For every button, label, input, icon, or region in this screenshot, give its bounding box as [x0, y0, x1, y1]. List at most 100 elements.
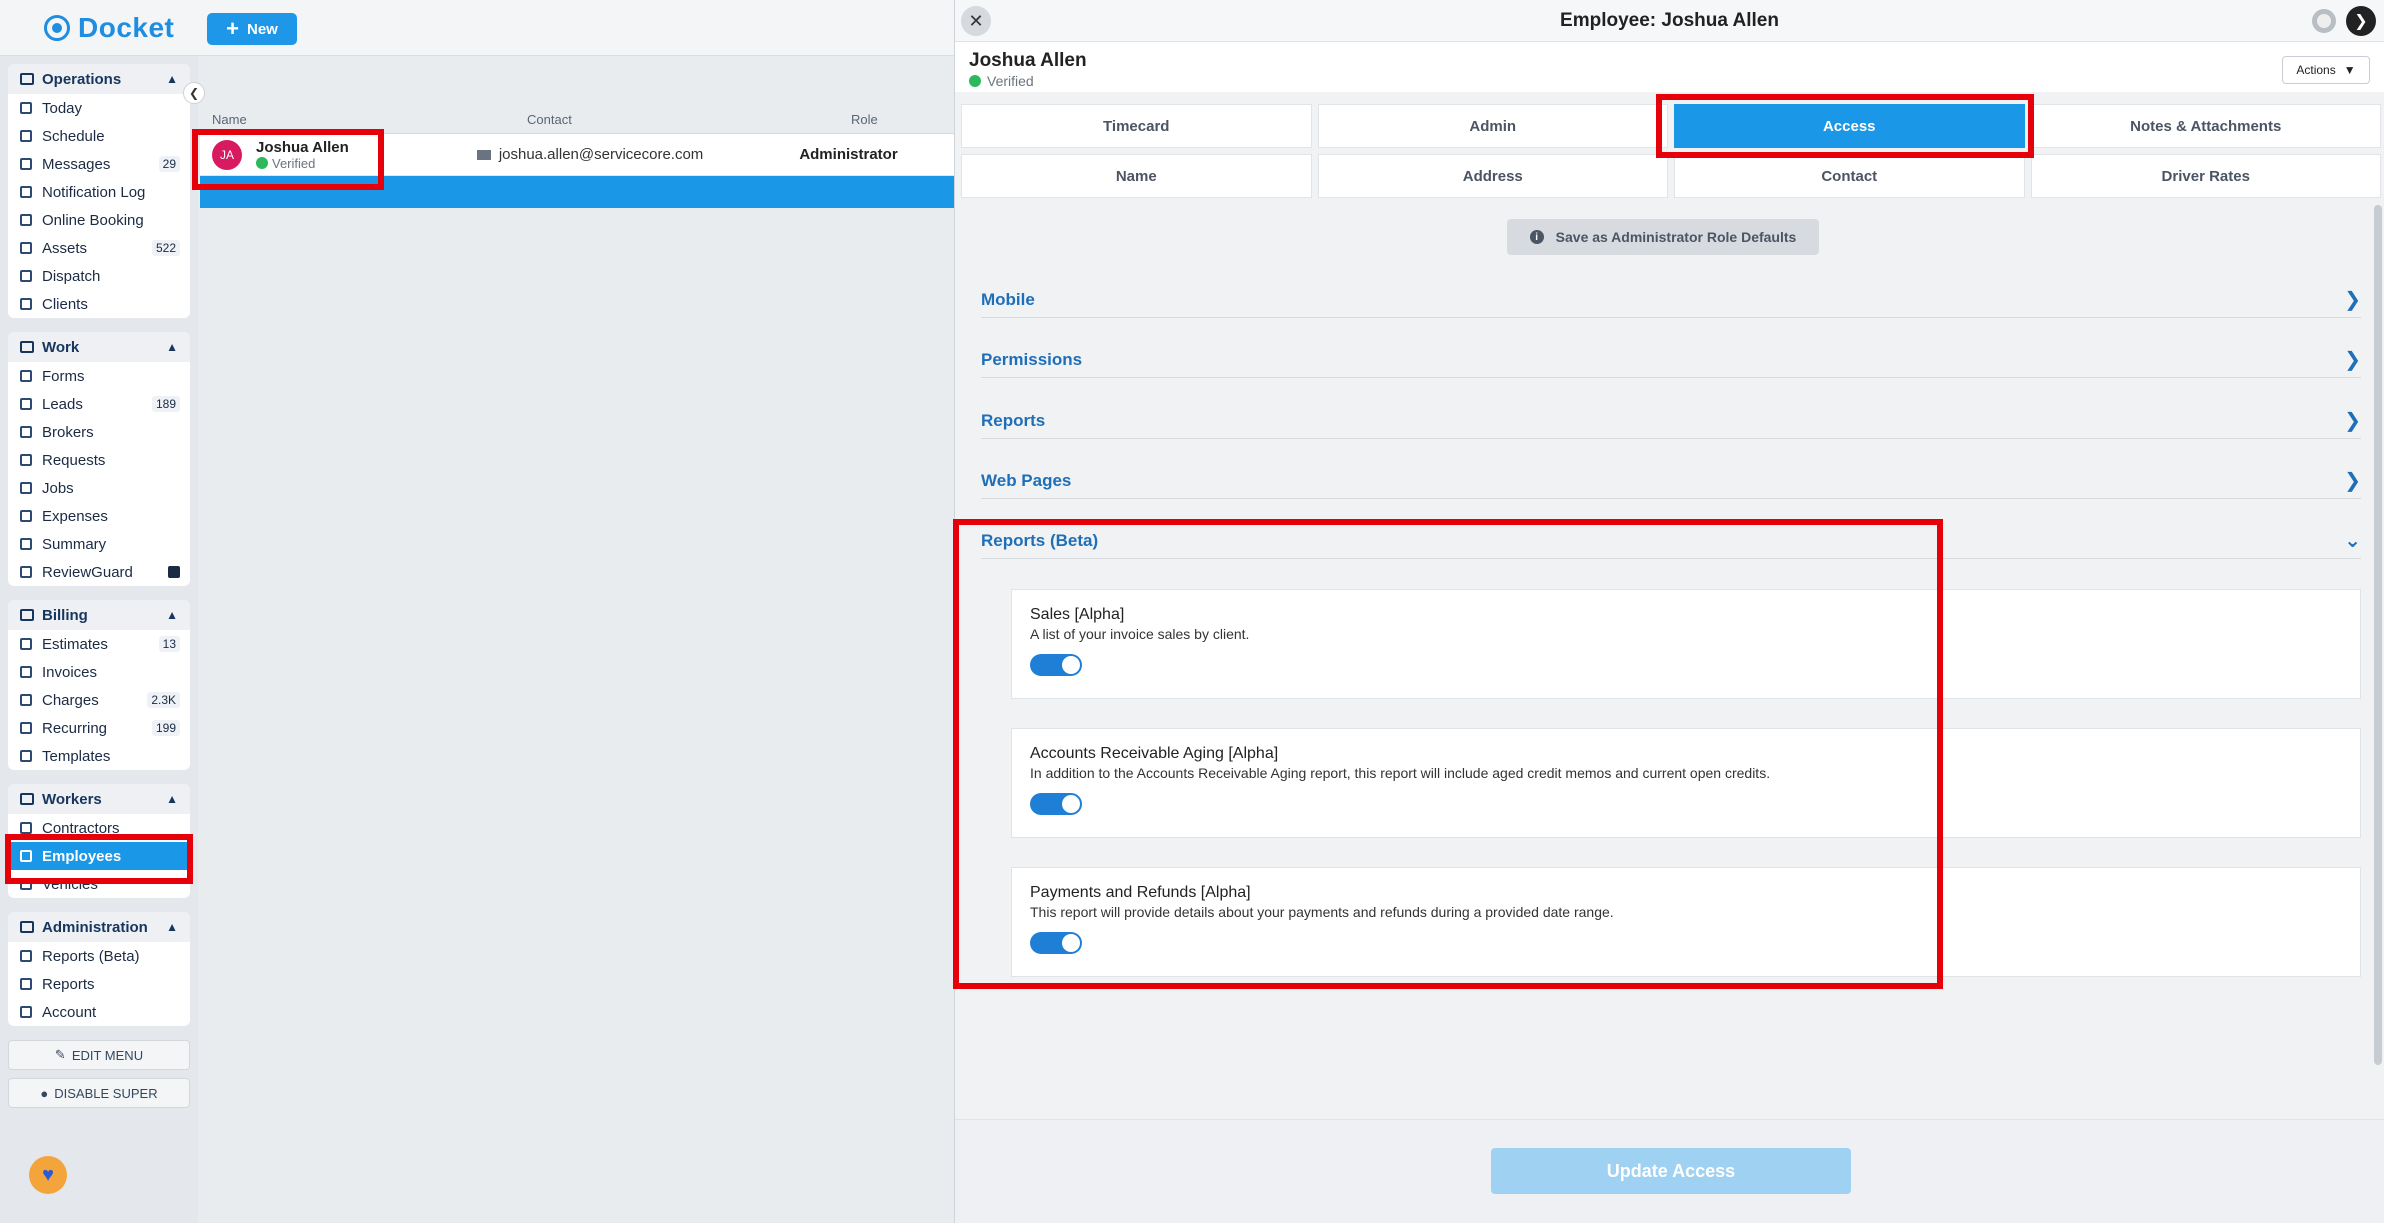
- info-icon: i: [1529, 230, 1544, 244]
- nav-group-header[interactable]: Administration ▲: [8, 912, 190, 942]
- sidebar-item-label: Templates: [42, 747, 111, 765]
- tab-timecard[interactable]: Timecard: [961, 104, 1312, 148]
- edit-menu-label: EDIT MENU: [71, 1047, 144, 1063]
- column-header-role[interactable]: Role: [851, 112, 960, 127]
- panel-scrollbar[interactable]: [2374, 205, 2382, 1065]
- sidebar-item-label: Reports (Beta): [42, 947, 140, 965]
- panel-title: Employee: Joshua Allen: [1560, 10, 1779, 31]
- report-toggle[interactable]: [1030, 793, 1082, 815]
- next-employee-button[interactable]: ❯: [2346, 6, 2376, 36]
- sidebar-item-invoices[interactable]: Invoices: [8, 658, 190, 686]
- chevron-up-icon: ▲: [166, 72, 178, 86]
- send-icon: [20, 454, 32, 466]
- sidebar-item-clients[interactable]: Clients: [8, 290, 190, 318]
- section-label: Reports (Beta): [981, 530, 1099, 550]
- calendar-icon: [20, 186, 32, 198]
- sidebar-item-account[interactable]: Account: [8, 998, 190, 1026]
- section-reports-beta[interactable]: Reports (Beta) ⌄: [981, 523, 2361, 559]
- sidebar-item-messages[interactable]: Messages 29: [8, 150, 190, 178]
- sidebar-item-requests[interactable]: Requests: [8, 446, 190, 474]
- new-button-label: New: [247, 20, 278, 38]
- sidebar-item-recurring[interactable]: Recurring 199: [8, 714, 190, 742]
- sidebar-item-online-booking[interactable]: Online Booking: [8, 206, 190, 234]
- heart-icon[interactable]: ♥: [29, 1156, 67, 1194]
- sidebar-item-today[interactable]: Today: [8, 94, 190, 122]
- sidebar-item-templates[interactable]: Templates: [8, 742, 190, 770]
- tab-driver-rates[interactable]: Driver Rates: [2030, 154, 2381, 198]
- section-web-pages[interactable]: Web Pages ❯: [981, 463, 2361, 499]
- sidebar-item-leads[interactable]: Leads 189: [8, 390, 190, 418]
- sidebar-item-contractors[interactable]: Contractors: [8, 814, 190, 842]
- nav-group-header[interactable]: Billing ▲: [8, 600, 190, 630]
- sidebar-item-assets[interactable]: Assets 522: [8, 234, 190, 262]
- sidebar: Operations ▲ Today Schedule Messages 29 N…: [0, 56, 198, 1223]
- sidebar-item-reports-beta[interactable]: Reports (Beta): [8, 942, 190, 970]
- sidebar-item-expenses[interactable]: Expenses: [8, 502, 190, 530]
- table-row[interactable]: JA Joshua Allen Verified joshua.allen@se…: [200, 134, 960, 176]
- sidebar-item-reviewguard[interactable]: ReviewGuard: [8, 558, 190, 586]
- sidebar-item-vehicles[interactable]: Vehicles: [8, 870, 190, 898]
- edit-menu-button[interactable]: ✎ EDIT MENU: [8, 1040, 190, 1070]
- column-header-contact[interactable]: Contact: [527, 112, 851, 127]
- sidebar-item-jobs[interactable]: Jobs: [8, 474, 190, 502]
- section-mobile[interactable]: Mobile ❯: [981, 282, 2361, 318]
- section-reports[interactable]: Reports ❯: [981, 403, 2361, 439]
- table-icon: [20, 638, 32, 650]
- save-role-defaults-label: Save as Administrator Role Defaults: [1555, 229, 1797, 245]
- sidebar-item-reports[interactable]: Reports: [8, 970, 190, 998]
- save-role-defaults-button[interactable]: i Save as Administrator Role Defaults: [1507, 219, 1819, 255]
- count-badge: 189: [151, 396, 180, 412]
- report-card-ar-aging: Accounts Receivable Aging [Alpha] In add…: [1011, 728, 2361, 838]
- layers-icon: [20, 242, 32, 254]
- section-label: Mobile: [981, 289, 1035, 309]
- tab-access[interactable]: Access: [1674, 104, 2025, 148]
- new-button[interactable]: + New: [207, 13, 297, 45]
- nav-group-header[interactable]: Workers ▲: [8, 784, 190, 814]
- gear-icon[interactable]: [2312, 9, 2336, 33]
- sidebar-item-label: Online Booking: [42, 211, 144, 229]
- sidebar-item-dispatch[interactable]: Dispatch: [8, 262, 190, 290]
- disable-super-button[interactable]: ● DISABLE SUPER: [8, 1078, 190, 1108]
- count-badge: 29: [158, 156, 180, 172]
- collapse-sidebar-button[interactable]: ❮: [183, 82, 205, 104]
- tab-notes-attachments[interactable]: Notes & Attachments: [2030, 104, 2381, 148]
- sidebar-item-charges[interactable]: Charges 2.3K: [8, 686, 190, 714]
- tab-address[interactable]: Address: [1317, 154, 1668, 198]
- sidebar-item-summary[interactable]: Summary: [8, 530, 190, 558]
- chevron-right-icon: ❯: [2344, 470, 2361, 492]
- sidebar-item-schedule[interactable]: Schedule: [8, 122, 190, 150]
- sidebar-item-label: Notification Log: [42, 183, 146, 201]
- user-shield-icon: ●: [40, 1085, 49, 1101]
- report-toggle[interactable]: [1030, 932, 1082, 954]
- nav-group-header[interactable]: Operations ▲: [8, 64, 190, 94]
- column-header-name[interactable]: Name: [200, 112, 527, 127]
- sidebar-item-forms[interactable]: Forms: [8, 362, 190, 390]
- sidebar-item-label: Charges: [42, 691, 99, 709]
- chevron-up-icon: ▲: [166, 792, 178, 806]
- employee-panel: ✕ Employee: Joshua Allen ❯ Joshua Allen …: [954, 0, 2384, 1223]
- docket-logo[interactable]: Docket: [44, 12, 174, 44]
- template-icon: [20, 750, 32, 762]
- update-access-button[interactable]: Update Access: [1491, 1148, 1851, 1194]
- employee-email[interactable]: joshua.allen@servicecore.com: [499, 146, 704, 163]
- count-badge: 13: [158, 636, 180, 652]
- sidebar-item-notification-log[interactable]: Notification Log: [8, 178, 190, 206]
- lock-icon: [168, 566, 180, 578]
- refresh-icon: [20, 722, 32, 734]
- report-toggle[interactable]: [1030, 654, 1082, 676]
- actions-dropdown[interactable]: Actions ▼: [2282, 56, 2370, 84]
- nav-group-header[interactable]: Work ▲: [8, 332, 190, 362]
- sidebar-item-estimates[interactable]: Estimates 13: [8, 630, 190, 658]
- section-permissions[interactable]: Permissions ❯: [981, 342, 2361, 378]
- sidebar-item-employees[interactable]: Employees: [8, 842, 190, 870]
- panel-top-bar: ✕ Employee: Joshua Allen ❯: [955, 0, 2384, 42]
- sidebar-item-brokers[interactable]: Brokers: [8, 418, 190, 446]
- envelope-icon: [476, 149, 491, 160]
- tab-name[interactable]: Name: [961, 154, 1312, 198]
- tab-contact[interactable]: Contact: [1674, 154, 2025, 198]
- list-icon: [20, 538, 32, 550]
- tab-admin[interactable]: Admin: [1317, 104, 1668, 148]
- sidebar-item-label: Recurring: [42, 719, 108, 737]
- nav-group-billing: Billing ▲ Estimates 13 Invoices Charges 2.…: [8, 600, 190, 770]
- report-card-sales: Sales [Alpha] A list of your invoice sal…: [1011, 589, 2361, 699]
